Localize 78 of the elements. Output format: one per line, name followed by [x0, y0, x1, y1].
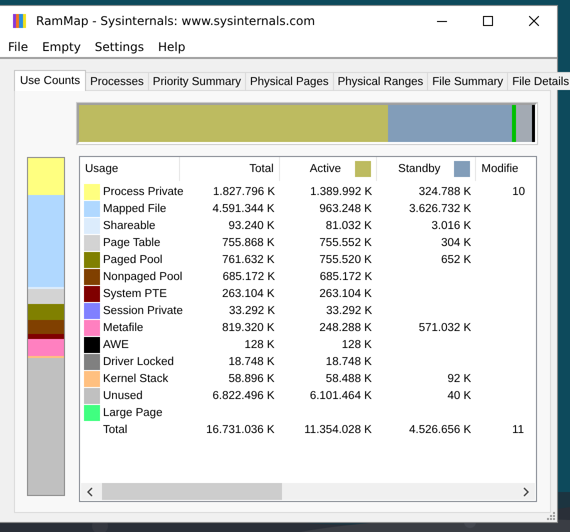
table-cell: Shareable	[103, 220, 156, 232]
table-cell: 685.172 K	[222, 270, 276, 282]
table-cell: 33.292 K	[326, 304, 372, 316]
table-cell: 304 K	[441, 236, 472, 248]
tab[interactable]: Use Counts	[14, 70, 86, 91]
menu-item[interactable]: Settings	[94, 40, 144, 54]
scroll-left-icon[interactable]	[86, 486, 94, 496]
tab[interactable]: File Summary	[427, 72, 508, 90]
table-cell: 58.896 K	[228, 372, 275, 384]
table-cell: 755.520 K	[319, 254, 372, 266]
menu-item[interactable]: File	[8, 40, 28, 54]
resize-grip-icon[interactable]	[547, 512, 555, 520]
table-cell: 263.104 K	[319, 288, 372, 300]
table-cell: Nonpaged Pool	[103, 270, 182, 282]
table-cell: 11	[512, 424, 524, 436]
table-cell: 16.731.036 K	[206, 424, 275, 436]
table-cell: 755.868 K	[222, 236, 275, 248]
scroll-right-icon[interactable]	[522, 486, 530, 496]
table-cell: Process Private	[103, 186, 184, 198]
table-cell: 18.748 K	[228, 356, 275, 368]
table-cell: Session Private	[103, 304, 183, 316]
table-cell: 4.591.344 K	[212, 202, 275, 214]
table-cell: 324.788 K	[418, 186, 472, 198]
tab[interactable]: File Details	[507, 72, 570, 90]
table-cell: Driver Locked	[103, 356, 174, 368]
table-cell: 3.626.732 K	[409, 202, 472, 214]
table-cell: 128 K	[244, 338, 275, 350]
table-cell: 93.240 K	[228, 220, 275, 232]
table-cell: 6.101.464 K	[310, 390, 372, 402]
table-cell: 755.552 K	[319, 236, 372, 248]
table-cell: 10	[512, 186, 525, 198]
table-cell: 248.288 K	[319, 322, 372, 334]
table-cell: 263.104 K	[222, 288, 275, 300]
column-header[interactable]: Total	[249, 163, 274, 175]
window-title: RamMap - Sysinternals: www.sysinternals.com	[36, 14, 316, 28]
table-cell: Page Table	[103, 236, 160, 248]
tab[interactable]: Physical Pages	[244, 72, 334, 90]
table-cell: 18.748 K	[326, 356, 372, 368]
table-cell: 652 K	[441, 254, 472, 266]
column-header[interactable]: Active	[310, 163, 342, 175]
table-cell: System PTE	[103, 288, 167, 300]
table-cell: 963.248 K	[319, 202, 372, 214]
table-cell: 92 K	[447, 372, 472, 384]
app-icon	[12, 13, 28, 29]
close-icon	[529, 16, 539, 26]
table-cell: 128 K	[342, 338, 372, 350]
menu-item[interactable]: Empty	[42, 40, 81, 54]
table-cell: Large Page	[103, 406, 162, 418]
table-cell: 819.320 K	[222, 322, 275, 334]
table-cell: Unused	[103, 390, 143, 402]
table-cell: 571.032 K	[418, 322, 472, 334]
table-cell: Total	[103, 424, 128, 436]
table-cell: 1.389.992 K	[310, 186, 372, 198]
scroll-thumb[interactable]	[102, 483, 282, 500]
maximize-icon	[483, 16, 493, 26]
tab[interactable]: Physical Ranges	[332, 72, 428, 90]
table-cell: 6.822.496 K	[212, 390, 275, 402]
menu-item[interactable]: Help	[158, 40, 186, 54]
table-cell: 81.032 K	[326, 220, 372, 232]
horizontal-scrollbar[interactable]	[81, 483, 535, 500]
table-cell: Kernel Stack	[103, 372, 168, 384]
tab[interactable]: Priority Summary	[148, 72, 246, 90]
table-cell: Metafile	[103, 322, 144, 334]
table-cell: 58.488 K	[326, 372, 372, 384]
table-cell: 761.632 K	[222, 254, 275, 266]
table-cell: 3.016 K	[431, 220, 472, 232]
table-cell: Mapped File	[103, 202, 166, 214]
table-cell: AWE	[103, 338, 129, 350]
column-header[interactable]: Usage	[85, 163, 118, 175]
table-cell: 1.827.796 K	[213, 186, 276, 198]
table-cell: 685.172 K	[320, 270, 372, 282]
column-header[interactable]: Modifie	[481, 163, 518, 175]
table-cell: 4.526.656 K	[409, 424, 472, 436]
table-cell: Paged Pool	[103, 254, 162, 266]
table-cell: 40 K	[447, 390, 472, 402]
table-cell: 33.292 K	[229, 304, 276, 316]
table-cell: 11.354.028 K	[304, 424, 372, 436]
column-header[interactable]: Standby	[398, 163, 440, 175]
